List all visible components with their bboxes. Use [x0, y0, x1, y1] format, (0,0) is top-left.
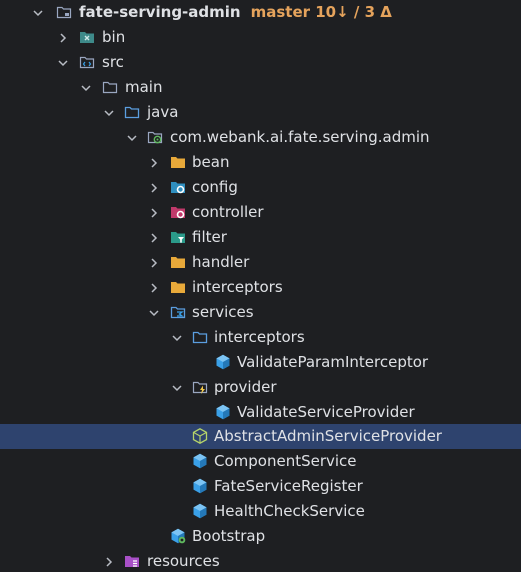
tree-row-resources[interactable]: resources [0, 549, 521, 572]
filter-package-icon [170, 229, 186, 245]
service-package-icon [170, 304, 186, 320]
tree-row-component-service[interactable]: ComponentService [0, 449, 521, 474]
tree-row-bootstrap[interactable]: Bootstrap [0, 524, 521, 549]
chevron-right-icon[interactable] [146, 280, 162, 296]
tree-item-label: bin [102, 28, 126, 46]
tree-item-label: controller [192, 203, 264, 221]
tree-row-bean[interactable]: bean [0, 150, 521, 175]
tree-row-main[interactable]: main [0, 75, 521, 100]
tree-row-abstract-admin-service-provider[interactable]: AbstractAdminServiceProvider [0, 424, 521, 449]
provider-package-icon [192, 379, 208, 395]
chevron-down-icon[interactable] [55, 55, 71, 71]
spring-boot-class-icon [170, 528, 186, 544]
chevron-down-icon[interactable] [101, 105, 117, 121]
tree-row-fate-service-register[interactable]: FateServiceRegister [0, 474, 521, 499]
tree-row-validate-param-interceptor[interactable]: ValidateParamInterceptor [0, 350, 521, 375]
class-icon [215, 354, 231, 370]
abstract-class-icon [192, 428, 208, 444]
vcs-status-badge: master 10↓ / 3 Δ [250, 3, 392, 21]
tree-row-services-interceptors[interactable]: interceptors [0, 325, 521, 350]
tree-item-label: FateServiceRegister [214, 477, 363, 495]
package-folder-icon [170, 254, 186, 270]
chevron-right-icon[interactable] [55, 30, 71, 46]
source-root-icon [192, 329, 208, 345]
tree-item-label: AbstractAdminServiceProvider [214, 427, 442, 445]
controller-package-icon [170, 204, 186, 220]
chevron-right-icon[interactable] [146, 155, 162, 171]
class-icon [192, 453, 208, 469]
module-folder-icon [56, 4, 72, 20]
tree-item-label: ValidateParamInterceptor [237, 353, 429, 371]
chevron-down-icon[interactable] [169, 380, 185, 396]
tree-row-handler[interactable]: handler [0, 250, 521, 275]
chevron-down-icon[interactable] [146, 305, 162, 321]
tree-row-java[interactable]: java [0, 100, 521, 125]
class-icon [192, 478, 208, 494]
tree-row-base-package[interactable]: com.webank.ai.fate.serving.admin [0, 125, 521, 150]
chevron-right-icon[interactable] [146, 205, 162, 221]
tree-item-label: ValidateServiceProvider [237, 403, 415, 421]
tree-item-label: resources [147, 552, 220, 570]
tree-item-label: config [192, 178, 238, 196]
tree-item-label: bean [192, 153, 230, 171]
tree-item-label: provider [214, 378, 277, 396]
class-icon [192, 503, 208, 519]
tree-item-label: main [125, 78, 163, 96]
chevron-right-icon[interactable] [146, 230, 162, 246]
tree-item-label: ComponentService [214, 452, 357, 470]
chevron-right-icon[interactable] [101, 554, 117, 570]
tree-item-label: handler [192, 253, 250, 271]
package-folder-icon [170, 154, 186, 170]
tree-row-provider[interactable]: provider [0, 375, 521, 400]
tree-row-services[interactable]: services [0, 300, 521, 325]
tree-item-label: interceptors [192, 278, 283, 296]
config-package-icon [170, 179, 186, 195]
source-root-icon [124, 104, 140, 120]
tree-row-interceptors[interactable]: interceptors [0, 275, 521, 300]
chevron-down-icon[interactable] [169, 330, 185, 346]
tree-item-label: Bootstrap [192, 527, 266, 545]
source-folder-icon [79, 54, 95, 70]
tree-row-root[interactable]: fate-serving-admin master 10↓ / 3 Δ [0, 0, 521, 25]
tree-row-health-check-service[interactable]: HealthCheckService [0, 499, 521, 524]
chevron-down-icon[interactable] [30, 5, 46, 21]
tree-row-src[interactable]: src [0, 50, 521, 75]
tree-item-label: com.webank.ai.fate.serving.admin [170, 128, 430, 146]
resources-folder-icon [124, 553, 140, 569]
excluded-folder-icon [79, 29, 95, 45]
tree-item-label: filter [192, 228, 227, 246]
tree-row-validate-service-provider[interactable]: ValidateServiceProvider [0, 400, 521, 425]
package-folder-icon [170, 279, 186, 295]
spring-package-icon [147, 129, 163, 145]
tree-row-bin[interactable]: bin [0, 25, 521, 50]
class-icon [215, 404, 231, 420]
root-module-name: fate-serving-admin [79, 3, 241, 21]
tree-row-controller[interactable]: controller [0, 200, 521, 225]
tree-row-config[interactable]: config [0, 175, 521, 200]
tree-row-filter[interactable]: filter [0, 225, 521, 250]
tree-row-root-label: fate-serving-admin master 10↓ / 3 Δ [79, 0, 392, 25]
tree-item-label: HealthCheckService [214, 502, 365, 520]
chevron-down-icon[interactable] [124, 130, 140, 146]
tree-item-label: interceptors [214, 328, 305, 346]
chevron-right-icon[interactable] [146, 180, 162, 196]
project-tree: fate-serving-admin master 10↓ / 3 Δ bin s… [0, 0, 521, 572]
tree-item-label: services [192, 303, 254, 321]
chevron-down-icon[interactable] [78, 80, 94, 96]
tree-item-label: src [102, 53, 124, 71]
folder-icon [102, 79, 118, 95]
tree-item-label: java [147, 103, 179, 121]
chevron-right-icon[interactable] [146, 255, 162, 271]
